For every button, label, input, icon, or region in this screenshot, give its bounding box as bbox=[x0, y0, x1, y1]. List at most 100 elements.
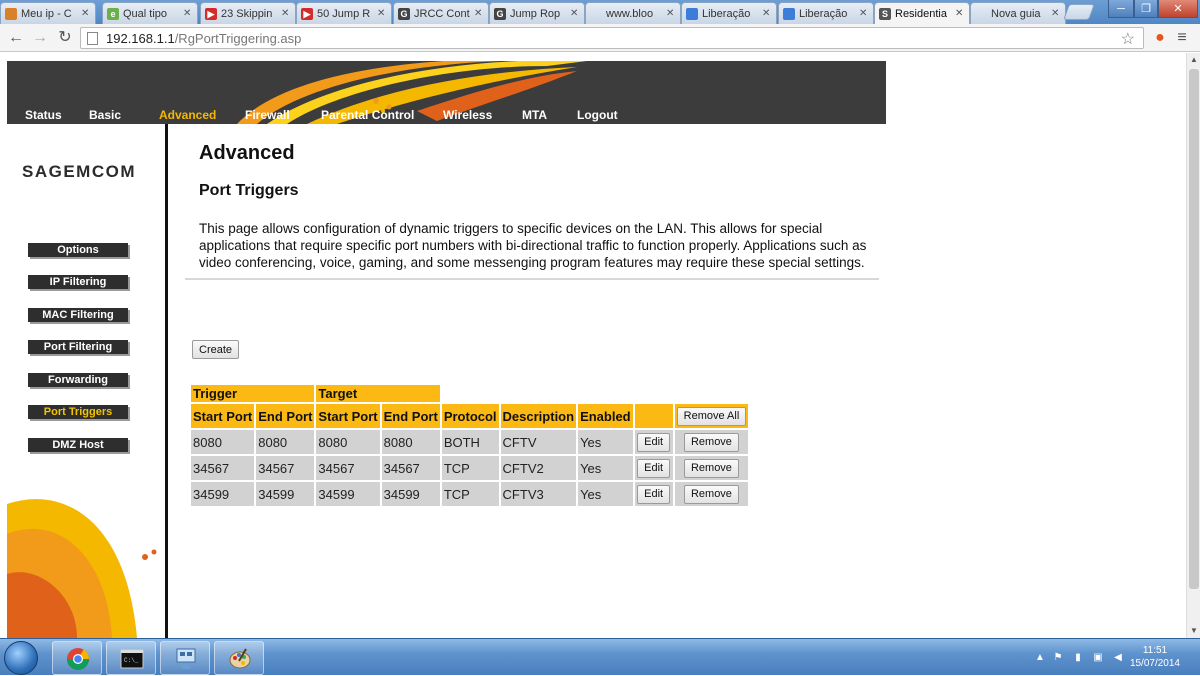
extension-icon[interactable]: ● bbox=[1150, 28, 1170, 48]
page-title: Advanced bbox=[199, 142, 295, 164]
cell-enabled: Yes bbox=[578, 456, 633, 480]
remove-button[interactable]: Remove bbox=[683, 458, 739, 478]
col-trigger-start-port: Start Port bbox=[191, 404, 255, 428]
reload-icon[interactable]: ↻ bbox=[55, 28, 75, 48]
sidebar-item-port-filtering[interactable]: Port Filtering bbox=[28, 340, 128, 354]
tab-favicon-icon: e bbox=[107, 7, 119, 20]
main-content: Advanced Port Triggers This page allows … bbox=[185, 124, 885, 638]
minimize-button[interactable]: ─ bbox=[1108, 0, 1134, 18]
browser-tab[interactable]: G Jump Rop ✕ bbox=[489, 2, 585, 24]
chrome-icon bbox=[67, 648, 89, 670]
volume-icon[interactable]: ◀ bbox=[1112, 652, 1124, 664]
cell-trigger-start: 34567 bbox=[191, 456, 255, 480]
tab-close-icon[interactable]: ✕ bbox=[474, 8, 484, 19]
tab-close-icon[interactable]: ✕ bbox=[762, 8, 772, 19]
sidebar-item-mac-filtering[interactable]: MAC Filtering bbox=[28, 308, 128, 322]
sidebar-divider bbox=[165, 124, 168, 638]
tab-favicon-icon bbox=[975, 8, 987, 20]
sidebar-item-dmz-host[interactable]: DMZ Host bbox=[28, 438, 128, 452]
nav-status[interactable]: Status bbox=[25, 108, 62, 122]
remove-button[interactable]: Remove bbox=[683, 432, 739, 452]
sidebar-item-options[interactable]: Options bbox=[28, 243, 128, 257]
browser-tab[interactable]: ▶ 23 Skippin ✕ bbox=[200, 2, 296, 24]
scrollbar-thumb[interactable] bbox=[1189, 69, 1199, 589]
tab-close-icon[interactable]: ✕ bbox=[666, 8, 676, 19]
address-bar[interactable]: 192.168.1.1/RgPortTriggering.asp ☆ bbox=[80, 27, 1144, 49]
tab-close-icon[interactable]: ✕ bbox=[570, 8, 580, 19]
create-button[interactable]: Create bbox=[192, 340, 240, 359]
tab-favicon-icon bbox=[783, 7, 795, 20]
tab-close-icon[interactable]: ✕ bbox=[81, 8, 91, 19]
edit-button[interactable]: Edit bbox=[637, 484, 671, 504]
tab-close-icon[interactable]: ✕ bbox=[1051, 8, 1061, 19]
windows-taskbar: C:\_ ▲ ⚑ ▮ ▣ ◀ 11:51 15/07/2014 bbox=[0, 638, 1200, 675]
show-hidden-icons-icon[interactable]: ▲ bbox=[1034, 652, 1046, 664]
tab-close-icon[interactable]: ✕ bbox=[955, 8, 965, 19]
tab-close-icon[interactable]: ✕ bbox=[183, 8, 193, 19]
taskbar-cmd-button[interactable]: C:\_ bbox=[106, 641, 156, 675]
network-tray-icon[interactable]: ▣ bbox=[1092, 652, 1104, 664]
browser-tab[interactable]: Meu ip - C ✕ bbox=[0, 2, 96, 24]
cell-trigger-start: 8080 bbox=[191, 430, 255, 454]
tab-title: Liberação bbox=[799, 7, 848, 20]
maximize-button[interactable]: ❐ bbox=[1134, 0, 1158, 18]
nav-mta[interactable]: MTA bbox=[522, 108, 547, 122]
cell-target-end: 8080 bbox=[381, 430, 440, 454]
close-window-button[interactable]: ✕ bbox=[1158, 0, 1198, 18]
port-triggers-table: Trigger Target Start Port End Port Start… bbox=[189, 383, 750, 508]
browser-tab[interactable]: ▶ 50 Jump R ✕ bbox=[296, 2, 392, 24]
nav-parental-control[interactable]: Parental Control bbox=[321, 108, 414, 122]
cell-trigger-end: 8080 bbox=[256, 430, 315, 454]
vertical-scrollbar[interactable]: ▲ ▼ bbox=[1186, 53, 1200, 638]
tab-close-icon[interactable]: ✕ bbox=[859, 8, 869, 19]
top-navigation: Status Basic Advanced Firewall Parental … bbox=[7, 108, 886, 124]
menu-icon[interactable]: ≡ bbox=[1172, 28, 1192, 48]
power-icon[interactable]: ▮ bbox=[1072, 652, 1084, 664]
tab-title: Liberação bbox=[702, 7, 751, 20]
taskbar-paint-button[interactable] bbox=[214, 641, 264, 675]
back-arrow-icon[interactable]: ← bbox=[6, 28, 26, 48]
browser-tab[interactable]: G JRCC Cont ✕ bbox=[393, 2, 489, 24]
nav-firewall[interactable]: Firewall bbox=[245, 108, 290, 122]
edit-button[interactable]: Edit bbox=[637, 432, 671, 452]
scroll-up-icon[interactable]: ▲ bbox=[1187, 53, 1200, 67]
tab-close-icon[interactable]: ✕ bbox=[281, 8, 291, 19]
remove-button[interactable]: Remove bbox=[683, 484, 739, 504]
sidebar-item-ip-filtering[interactable]: IP Filtering bbox=[28, 275, 128, 289]
group-header-target: Target bbox=[316, 385, 440, 402]
sagemcom-logo: SAGEMCOM bbox=[22, 162, 136, 181]
scroll-down-icon[interactable]: ▼ bbox=[1187, 624, 1200, 638]
browser-tab[interactable]: e Qual tipo ✕ bbox=[102, 2, 198, 24]
nav-advanced[interactable]: Advanced bbox=[159, 108, 216, 122]
col-target-start-port: Start Port bbox=[316, 404, 380, 428]
cell-target-start: 8080 bbox=[316, 430, 380, 454]
action-center-icon[interactable]: ⚑ bbox=[1052, 652, 1064, 664]
sidebar-item-port-triggers[interactable]: Port Triggers bbox=[28, 405, 128, 419]
remove-all-button[interactable]: Remove All bbox=[676, 406, 747, 426]
browser-tab[interactable]: Liberação ✕ bbox=[681, 2, 777, 24]
nav-basic[interactable]: Basic bbox=[89, 108, 121, 122]
cell-edit: Edit bbox=[634, 482, 673, 506]
nav-wireless[interactable]: Wireless bbox=[443, 108, 492, 122]
tab-favicon-icon bbox=[686, 7, 698, 20]
browser-tab[interactable]: Nova guia ✕ bbox=[970, 2, 1066, 24]
col-description: Description bbox=[500, 404, 577, 428]
taskbar-network-button[interactable] bbox=[160, 641, 210, 675]
svg-text:C:\_: C:\_ bbox=[124, 657, 139, 664]
col-edit bbox=[634, 404, 673, 428]
sidebar-item-forwarding[interactable]: Forwarding bbox=[28, 373, 128, 387]
cell-edit: Edit bbox=[634, 430, 673, 454]
taskbar-clock[interactable]: 11:51 15/07/2014 bbox=[1130, 644, 1180, 670]
nav-logout[interactable]: Logout bbox=[577, 108, 618, 122]
edit-button[interactable]: Edit bbox=[637, 458, 671, 478]
start-button[interactable] bbox=[4, 641, 38, 675]
browser-tab[interactable]: S Residentia ✕ bbox=[874, 2, 970, 24]
forward-arrow-icon[interactable]: → bbox=[30, 28, 50, 48]
tab-title: Qual tipo bbox=[123, 7, 168, 20]
tab-favicon-icon bbox=[590, 8, 602, 20]
browser-tab[interactable]: www.bloo ✕ bbox=[585, 2, 681, 24]
browser-tab[interactable]: Liberação ✕ bbox=[778, 2, 874, 24]
taskbar-chrome-button[interactable] bbox=[52, 641, 102, 675]
bookmark-star-icon[interactable]: ☆ bbox=[1121, 29, 1135, 49]
tab-close-icon[interactable]: ✕ bbox=[377, 8, 387, 19]
